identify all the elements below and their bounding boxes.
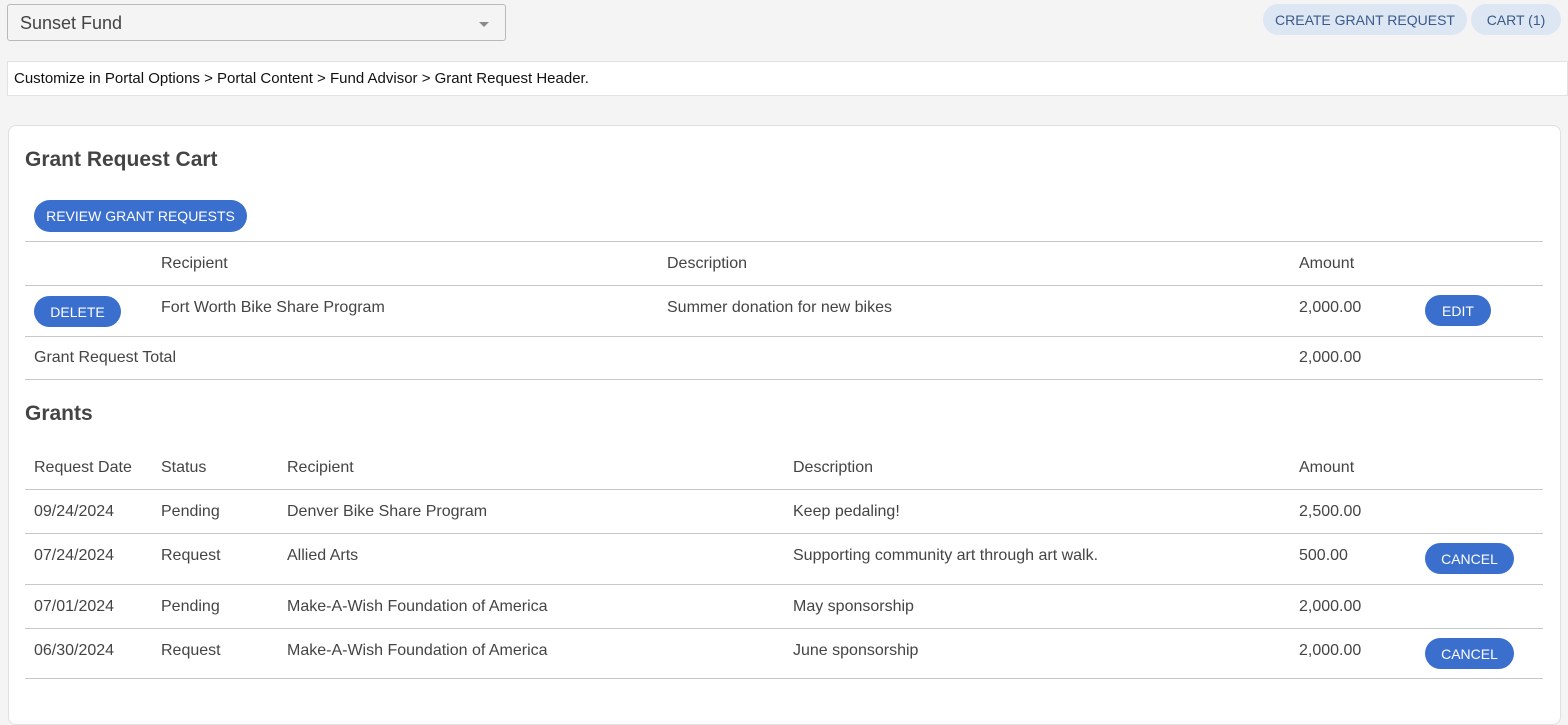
grants-col-status: Status: [161, 459, 207, 476]
grant-row-description: Keep pedaling!: [793, 503, 900, 520]
cancel-button[interactable]: CANCEL: [1425, 543, 1514, 574]
grant-row-border: [25, 678, 1543, 679]
delete-button[interactable]: DELETE: [34, 296, 121, 327]
grants-title: Grants: [25, 402, 93, 425]
cart-col-recipient: Recipient: [161, 255, 228, 272]
edit-button[interactable]: EDIT: [1425, 295, 1491, 326]
grant-row-status: Pending: [161, 598, 220, 615]
cart-col-description: Description: [667, 255, 748, 272]
cart-col-amount: Amount: [1299, 255, 1355, 272]
grant-row-amount: 500.00: [1299, 547, 1348, 564]
grant-row-amount: 2,500.00: [1299, 503, 1362, 520]
fund-select[interactable]: Sunset Fund: [7, 4, 506, 41]
grant-row-border: [25, 584, 1543, 585]
cart-row-description: Summer donation for new bikes: [667, 299, 892, 316]
grant-row-date: 07/24/2024: [34, 547, 115, 564]
cart-header-border: [25, 285, 1543, 286]
grant-row-recipient: Make-A-Wish Foundation of America: [287, 642, 548, 659]
cart-title: Grant Request Cart: [25, 148, 218, 171]
grant-row-border: [25, 533, 1543, 534]
grants-header-border: [25, 489, 1543, 490]
cart-row-border: [25, 336, 1543, 337]
portal-header-bar: Customize in Portal Options > Portal Con…: [7, 61, 1568, 96]
review-grant-requests-button[interactable]: REVIEW GRANT REQUESTS: [34, 200, 247, 232]
grant-row-description: Supporting community art through art wal…: [793, 547, 1099, 564]
grant-row-date: 09/24/2024: [34, 503, 115, 520]
grant-row-recipient: Allied Arts: [287, 547, 359, 564]
grant-row-status: Pending: [161, 503, 220, 520]
grant-row-border: [25, 628, 1543, 629]
cart-row-amount: 2,000.00: [1299, 299, 1362, 316]
grant-request-total-amount: 2,000.00: [1299, 349, 1362, 366]
fund-select-value: Sunset Fund: [20, 13, 123, 33]
grant-row-amount: 2,000.00: [1299, 642, 1362, 659]
grant-row-description: June sponsorship: [793, 642, 919, 659]
grant-row-status: Request: [161, 642, 221, 659]
portal-header-text: Customize in Portal Options > Portal Con…: [14, 70, 589, 87]
create-grant-request-button[interactable]: CREATE GRANT REQUEST: [1263, 4, 1467, 35]
grants-col-date: Request Date: [34, 459, 132, 476]
grant-row-amount: 2,000.00: [1299, 598, 1362, 615]
grants-col-amount: Amount: [1299, 459, 1355, 476]
grants-col-recipient: Recipient: [287, 459, 354, 476]
grant-row-date: 07/01/2024: [34, 598, 115, 615]
grant-request-total-label: Grant Request Total: [34, 349, 177, 366]
grant-row-status: Request: [161, 547, 221, 564]
grant-row-description: May sponsorship: [793, 598, 914, 615]
cart-row-recipient: Fort Worth Bike Share Program: [161, 299, 385, 316]
grant-row-recipient: Make-A-Wish Foundation of America: [287, 598, 548, 615]
chevron-down-icon: [479, 22, 489, 27]
cart-table-top-border: [25, 241, 1543, 242]
grant-row-recipient: Denver Bike Share Program: [287, 503, 488, 520]
grant-row-date: 06/30/2024: [34, 642, 115, 659]
cart-total-border: [25, 379, 1543, 380]
grants-col-description: Description: [793, 459, 874, 476]
cart-button[interactable]: CART (1): [1471, 4, 1561, 35]
cancel-button[interactable]: CANCEL: [1425, 638, 1514, 669]
